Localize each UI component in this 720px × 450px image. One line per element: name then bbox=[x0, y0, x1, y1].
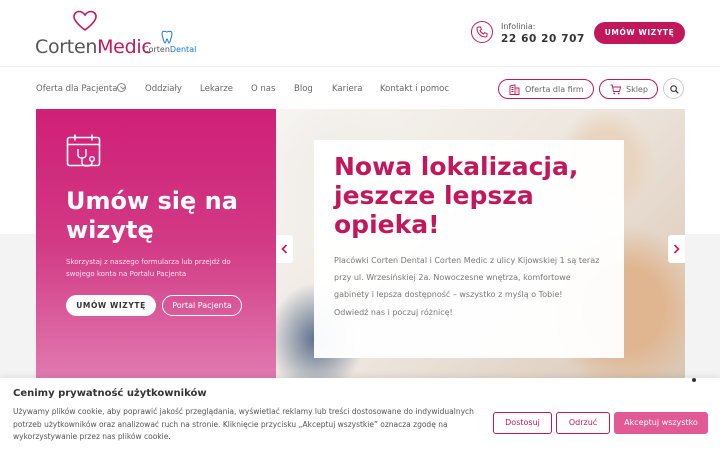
shop-button[interactable]: Sklep bbox=[599, 79, 658, 99]
phone-glyph bbox=[476, 26, 488, 38]
logo-text: CortenMedic bbox=[35, 36, 152, 58]
cookie-text: Używamy plików cookie, aby poprawić jako… bbox=[13, 407, 474, 441]
chevron-right-icon bbox=[673, 244, 680, 254]
search-icon bbox=[670, 85, 679, 94]
search-button[interactable] bbox=[663, 78, 684, 99]
slide-description: Placówki Corten Dental i Corten Medic z … bbox=[334, 256, 600, 299]
hero-slider: Umów się na wizytę Skorzystaj z naszego … bbox=[36, 109, 685, 379]
nav-item-oddzialy[interactable]: Oddziały bbox=[145, 84, 182, 94]
cookie-reject-button[interactable]: Odrzuć bbox=[556, 412, 610, 434]
main-nav: Oferta dla Pacjenta Oddziały Lekarze O n… bbox=[0, 67, 720, 109]
scroll-indicator bbox=[692, 378, 696, 382]
booking-panel-title: Umów się na wizytę bbox=[66, 187, 238, 244]
infolinia-label: Infolinia: bbox=[501, 22, 536, 31]
cookie-accept-button[interactable]: Akceptuj wszystko bbox=[614, 412, 708, 434]
nav-item-kariera[interactable]: Kariera bbox=[332, 84, 362, 94]
slider-prev-button[interactable] bbox=[276, 235, 293, 263]
calendar-stethoscope-icon bbox=[66, 134, 101, 167]
slider-next-button[interactable] bbox=[668, 235, 685, 263]
chevron-down-icon[interactable] bbox=[117, 83, 126, 92]
cookie-title: Cenimy prywatność użytkowników bbox=[13, 388, 207, 399]
nav-item-oferta-pacjenta[interactable]: Oferta dla Pacjenta bbox=[36, 84, 117, 94]
nav-item-lekarze[interactable]: Lekarze bbox=[200, 84, 233, 94]
tooth-icon bbox=[161, 30, 173, 44]
heart-logo-icon bbox=[73, 10, 97, 32]
infolinia-number[interactable]: 22 60 20 707 bbox=[501, 33, 585, 45]
cart-icon bbox=[610, 84, 621, 95]
book-visit-button[interactable]: UMÓW WIZYTĘ bbox=[594, 22, 685, 44]
chevron-left-icon bbox=[281, 244, 288, 254]
dental-logo-text: CortenDental bbox=[143, 45, 197, 54]
patient-portal-button[interactable]: Portal Pacjenta bbox=[162, 295, 242, 316]
slide-card: Nowa lokalizacja, jeszcze lepsza opieka!… bbox=[314, 140, 624, 358]
nav-item-kontakt[interactable]: Kontakt i pomoc bbox=[380, 84, 449, 94]
nav-item-o-nas[interactable]: O nas bbox=[251, 84, 275, 94]
phone-icon[interactable] bbox=[471, 21, 493, 43]
cookie-customize-button[interactable]: Dostosuj bbox=[493, 412, 552, 434]
corporate-offer-label: Oferta dla firm bbox=[525, 85, 584, 94]
site-header: CortenMedic CortenDental Infolinia: 22 6… bbox=[0, 0, 720, 67]
booking-panel: Umów się na wizytę Skorzystaj z naszego … bbox=[36, 109, 276, 379]
corporate-offer-button[interactable]: Oferta dla firm bbox=[498, 79, 594, 99]
slide-cta-text: Odwiedź nas i poczuj różnicę! bbox=[334, 308, 453, 317]
shop-label: Sklep bbox=[626, 85, 648, 94]
slide-title: Nowa lokalizacja, jeszcze lepsza opieka! bbox=[334, 152, 579, 239]
booking-panel-description: Skorzystaj z naszego formularza lub prze… bbox=[66, 258, 231, 278]
cookie-banner: Cenimy prywatność użytkowników Używamy p… bbox=[0, 378, 720, 450]
building-icon bbox=[509, 84, 520, 95]
book-visit-hero-button[interactable]: UMÓW WIZYTĘ bbox=[66, 295, 156, 316]
nav-item-blog[interactable]: Blog bbox=[294, 84, 313, 94]
